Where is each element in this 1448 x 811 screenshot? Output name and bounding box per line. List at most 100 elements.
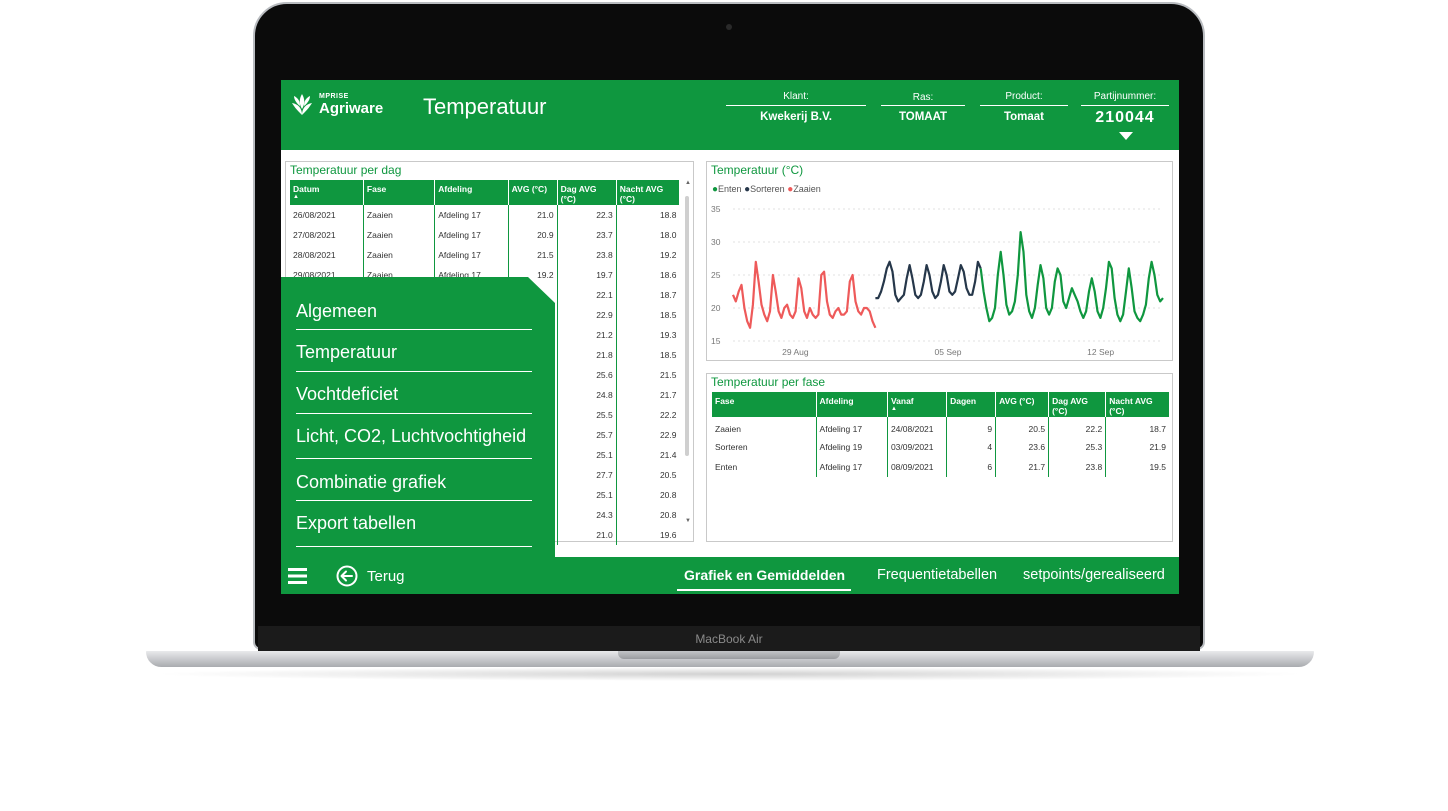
ras-divider — [881, 105, 965, 106]
col-vanaf[interactable]: Vanaf ▲ — [887, 392, 948, 417]
temperature-line-chart: 15 20 25 30 35 29 Aug 05 Sep 12 Sep — [711, 204, 1164, 357]
table-cell: 22.2 — [659, 410, 677, 420]
table-cell: 6 — [946, 457, 997, 477]
tab-grafiek[interactable]: Grafiek en Gemiddelden — [684, 567, 845, 583]
table-cell: 25.7 — [557, 425, 617, 445]
table-row[interactable]: Sorteren Afdeling 19 03/09/2021 4 23.6 25.3 21… — [712, 437, 1169, 457]
back-arrow-icon — [336, 565, 358, 587]
partij-label: Partijnummer: — [1093, 91, 1157, 102]
scroll-down-icon[interactable]: ▼ — [685, 518, 691, 524]
table-cell: 23.7 — [557, 225, 617, 245]
scroll-up-icon[interactable]: ▲ — [685, 180, 691, 186]
scroll-thumb[interactable] — [685, 196, 689, 456]
table-cell: Enten — [712, 457, 817, 477]
series-line-enten[interactable] — [979, 230, 1164, 323]
table-cell: 19.2 — [659, 250, 677, 260]
brand-tagline: MPRISE — [319, 93, 349, 100]
camera-icon — [726, 24, 732, 30]
day-table-scrollbar[interactable]: ▲ ▼ — [685, 180, 691, 536]
partij-value[interactable]: 210044 — [1081, 109, 1169, 127]
col-fase[interactable]: Fase — [363, 180, 436, 205]
col-fase[interactable]: Fase — [712, 392, 817, 417]
x-tick-label: 29 Aug — [782, 347, 809, 357]
legend-item-sorteren[interactable]: ●Sorteren — [744, 184, 785, 195]
app-footer: Terug Grafiek en Gemiddelden Frequentiet… — [281, 557, 1179, 594]
sort-asc-icon: ▲ — [293, 194, 299, 200]
x-tick-label: 05 Sep — [935, 347, 962, 357]
table-cell: 27.7 — [557, 465, 617, 485]
table-row[interactable]: 28/08/2021 Zaaien Afdeling 17 21.5 23.8 19.2 — [290, 245, 680, 265]
col-afdeling[interactable]: Afdeling — [816, 392, 888, 417]
sort-asc-icon: ▲ — [890, 406, 897, 412]
table-cell: 22.1 — [557, 285, 617, 305]
table-row[interactable]: Enten Afdeling 17 08/09/2021 6 21.7 23.8 19.5 — [712, 457, 1169, 477]
table-cell: 20.5 — [659, 470, 677, 480]
table-cell: 21.7 — [659, 390, 677, 400]
laptop-shadow — [150, 667, 1310, 681]
table-cell: 18.5 — [659, 310, 677, 320]
menu-item-algemeen[interactable]: Algemeen — [296, 301, 532, 330]
table-cell: 22.9 — [557, 305, 617, 325]
table-cell: Afdeling 17 — [434, 245, 509, 265]
page-title: Temperatuur — [423, 94, 547, 119]
tab-setpoints[interactable]: setpoints/gerealiseerd — [1023, 567, 1165, 583]
brand-name: Agriware — [319, 100, 384, 117]
table-cell: 21.0 — [557, 525, 617, 545]
y-tick-label: 35 — [711, 204, 721, 214]
col-avg[interactable]: AVG (°C) — [508, 180, 558, 205]
phase-table-panel: Temperatuur per fase Fase Afdeling Vanaf… — [706, 373, 1173, 542]
table-cell: 21.5 — [508, 245, 558, 265]
table-cell: 18.7 — [659, 290, 677, 300]
table-row[interactable]: 27/08/2021 Zaaien Afdeling 17 20.9 23.7 18.0 — [290, 225, 680, 245]
tab-frequentietabellen[interactable]: Frequentietabellen — [877, 567, 997, 583]
klant-value: Kwekerij B.V. — [760, 111, 832, 123]
table-cell: 9 — [946, 417, 997, 437]
table-cell: 21.5 — [659, 370, 677, 380]
series-line-zaaien[interactable] — [731, 260, 877, 329]
table-cell: 26/08/2021 — [290, 205, 364, 225]
menu-item-licht-co2[interactable]: Licht, CO2, Luchtvochtigheid — [296, 426, 532, 459]
menu-item-combinatie-grafiek[interactable]: Combinatie grafiek — [296, 472, 532, 501]
col-afdeling[interactable]: Afdeling — [434, 180, 509, 205]
table-cell: Afdeling 17 — [434, 205, 509, 225]
hamburger-menu-icon[interactable] — [288, 568, 308, 584]
menu-item-temperatuur[interactable]: Temperatuur — [296, 342, 532, 372]
partij-dropdown-icon[interactable] — [1119, 132, 1133, 140]
table-cell: Afdeling 17 — [434, 225, 509, 245]
col-avg[interactable]: AVG (°C) — [995, 392, 1050, 417]
device-label: MacBook Air — [695, 632, 763, 646]
x-tick-label: 12 Sep — [1087, 347, 1114, 357]
menu-item-vochtdeficiet[interactable]: Vochtdeficiet — [296, 384, 532, 414]
back-label: Terug — [367, 567, 405, 585]
legend-item-enten[interactable]: ●Enten — [712, 184, 742, 195]
col-dagen[interactable]: Dagen — [946, 392, 997, 417]
back-button[interactable]: Terug — [336, 565, 405, 587]
table-cell: Zaaien — [712, 417, 817, 437]
col-nacht-avg[interactable]: Nacht AVG (°C) — [1105, 392, 1169, 417]
day-table-header: Datum ▲ Fase Afdeling AVG (°C) Dag AVG (°… — [290, 180, 681, 205]
series-line-sorteren[interactable] — [875, 260, 982, 303]
col-datum[interactable]: Datum ▲ — [290, 180, 364, 205]
col-dag-avg[interactable]: Dag AVG (°C) — [557, 180, 617, 205]
product-value: Tomaat — [1003, 111, 1045, 123]
table-row[interactable]: Zaaien Afdeling 17 24/08/2021 9 20.5 22.2 18.7 — [712, 417, 1169, 437]
table-row[interactable]: 26/08/2021 Zaaien Afdeling 17 21.0 22.3 18.8 — [290, 205, 680, 225]
phase-table-title: Temperatuur per fase — [711, 375, 826, 389]
chart-legend: ●Enten ●Sorteren ●Zaaien — [712, 184, 821, 195]
table-cell: 18.0 — [659, 230, 677, 240]
table-cell: 24/08/2021 — [887, 417, 948, 437]
klant-divider — [726, 105, 866, 106]
legend-item-zaaien[interactable]: ●Zaaien — [787, 184, 821, 195]
table-cell: 21.8 — [557, 345, 617, 365]
table-cell: Zaaien — [363, 205, 436, 225]
klant-label: Klant: — [783, 91, 809, 102]
table-cell: 23.8 — [1048, 457, 1107, 477]
y-tick-label: 25 — [711, 270, 721, 280]
col-dag-avg[interactable]: Dag AVG (°C) — [1048, 392, 1107, 417]
chart-title: Temperatuur (°C) — [711, 163, 804, 177]
product-label: Product: — [1005, 91, 1043, 102]
menu-item-export-tabellen[interactable]: Export tabellen — [296, 513, 532, 547]
table-cell: 25.1 — [557, 485, 617, 505]
col-nacht-avg[interactable]: Nacht AVG (°C) — [616, 180, 681, 205]
ras-value: TOMAAT — [898, 111, 948, 123]
